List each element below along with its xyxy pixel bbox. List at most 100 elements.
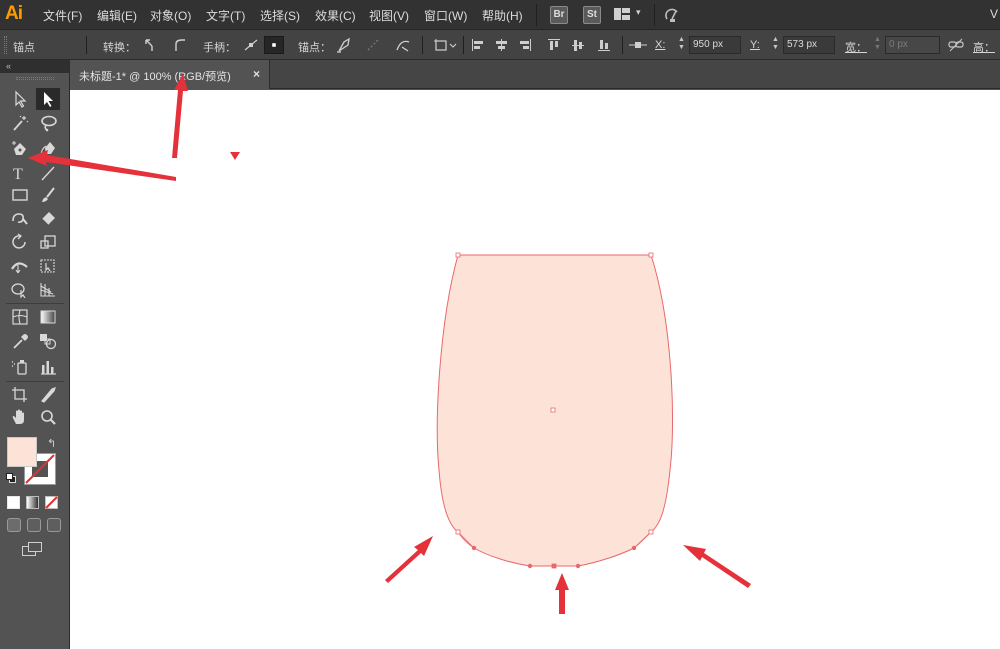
arrange-documents-icon[interactable] [614, 8, 630, 20]
perspective-grid-tool[interactable] [36, 278, 60, 300]
rectangle-tool[interactable] [8, 184, 32, 206]
paintbrush-tool[interactable] [36, 184, 60, 206]
menu-window[interactable]: 窗口(W) [424, 7, 467, 24]
menu-edit[interactable]: 编辑(E) [97, 7, 137, 24]
magic-wand-tool[interactable] [8, 112, 32, 134]
panel-grip[interactable] [16, 77, 54, 80]
y-label: Y: [750, 39, 760, 51]
screen-mode-icon[interactable] [22, 542, 44, 556]
align-left-icon[interactable] [472, 39, 484, 51]
anchor-point[interactable] [455, 529, 461, 535]
scale-tool[interactable] [36, 231, 60, 253]
slice-tool[interactable] [36, 383, 60, 405]
bezier-handle[interactable] [631, 545, 637, 551]
stock-icon[interactable]: St [583, 6, 601, 24]
free-transform-tool[interactable] [36, 255, 60, 277]
color-mode-button[interactable] [7, 496, 20, 509]
gradient-tool[interactable] [36, 306, 60, 328]
document-tab[interactable]: 未标题-1* @ 100% (RGB/预览) × [70, 60, 270, 89]
collapse-panel-icon[interactable]: « [6, 60, 11, 72]
bezier-handle[interactable] [527, 563, 533, 569]
remove-anchor-icon[interactable] [334, 36, 354, 54]
x-stepper-icon[interactable]: ▲ ▼ [677, 36, 686, 54]
menu-type[interactable]: 文字(T) [206, 7, 245, 24]
align-bottom-icon[interactable] [598, 39, 610, 51]
menu-object[interactable]: 对象(O) [150, 7, 191, 24]
align-top-icon[interactable] [548, 39, 560, 51]
menu-bar: Ai 文件(F) 编辑(E) 对象(O) 文字(T) 选择(S) 效果(C) 视… [0, 0, 1000, 30]
rotate-tool[interactable] [8, 231, 32, 253]
show-handles-icon[interactable] [241, 36, 261, 54]
bezier-handle[interactable] [575, 563, 581, 569]
pen-tool[interactable] [8, 138, 32, 160]
constrain-proportions-icon[interactable] [946, 36, 966, 54]
convert-label: 转换： [103, 42, 136, 54]
artboard-canvas[interactable] [70, 90, 1000, 649]
shape-builder-tool[interactable] [8, 278, 32, 300]
chevron-down-icon[interactable]: ▾ [636, 7, 641, 18]
y-stepper-icon[interactable]: ▲ ▼ [771, 36, 780, 54]
anchor-point[interactable] [648, 252, 654, 258]
anchor-point[interactable] [455, 252, 461, 258]
draw-inside-icon[interactable] [47, 518, 61, 532]
handles-label: 手柄： [203, 42, 236, 54]
draw-behind-icon[interactable] [27, 518, 41, 532]
cut-path-icon[interactable] [393, 36, 413, 54]
menu-select[interactable]: 选择(S) [260, 7, 300, 24]
fill-color-swatch[interactable] [7, 437, 37, 467]
direct-selection-tool[interactable] [36, 88, 60, 110]
control-bar: 锚点 转换： 手柄： 锚点： X: ▲ ▼ 950 px Y: ▲ ▼ 573 px… [0, 30, 1000, 60]
x-label: X: [655, 39, 666, 51]
selected-anchor-point[interactable] [551, 563, 557, 569]
bridge-icon[interactable]: Br [550, 6, 568, 24]
control-divider [86, 36, 87, 54]
tools-panel: T ↰ [0, 73, 70, 649]
mesh-tool[interactable] [8, 306, 32, 328]
line-segment-tool[interactable] [36, 162, 60, 184]
isolate-mask-icon[interactable] [432, 36, 458, 54]
shaper-tool[interactable] [8, 207, 32, 229]
default-fill-stroke-icon[interactable] [6, 473, 16, 483]
selection-tool[interactable] [8, 88, 32, 110]
menu-view[interactable]: 视图(V) [369, 7, 409, 24]
eyedropper-tool[interactable] [8, 330, 32, 352]
anchor-point[interactable] [648, 529, 654, 535]
control-bar-grip[interactable] [4, 36, 7, 54]
align-horizontal-center-icon[interactable] [495, 39, 507, 51]
eraser-tool[interactable] [36, 207, 60, 229]
align-vertical-center-icon[interactable] [572, 39, 584, 51]
gpu-performance-icon[interactable] [664, 7, 680, 23]
blend-tool[interactable] [36, 330, 60, 352]
hand-tool[interactable] [8, 406, 32, 428]
menu-file[interactable]: 文件(F) [43, 7, 82, 24]
curvature-tool[interactable] [36, 138, 60, 160]
bezier-handle[interactable] [471, 545, 477, 551]
column-graph-tool[interactable] [36, 356, 60, 378]
convert-to-smooth-icon[interactable] [170, 36, 190, 54]
control-divider [422, 36, 423, 54]
svg-text:T: T [13, 166, 23, 182]
draw-normal-icon[interactable] [7, 518, 21, 532]
width-input: 0 px [885, 36, 940, 54]
width-tool[interactable] [8, 255, 32, 277]
zoom-tool[interactable] [36, 406, 60, 428]
artboard-tool[interactable] [8, 383, 32, 405]
swap-fill-stroke-icon[interactable]: ↰ [47, 437, 56, 450]
type-tool[interactable]: T [8, 162, 32, 184]
lasso-tool[interactable] [36, 112, 60, 134]
hide-handles-icon[interactable] [264, 36, 284, 54]
convert-to-corner-icon[interactable] [141, 36, 161, 54]
tools-panel-header: « [0, 60, 70, 73]
symbol-sprayer-tool[interactable] [8, 356, 32, 378]
menu-help[interactable]: 帮助(H) [482, 7, 523, 24]
none-mode-button[interactable] [45, 496, 58, 509]
gradient-mode-button[interactable] [26, 496, 39, 509]
close-tab-icon[interactable]: × [253, 67, 260, 81]
artwork [436, 252, 674, 569]
reference-point-icon[interactable] [627, 36, 649, 54]
align-right-icon[interactable] [519, 39, 531, 51]
height-label: 高： [973, 42, 995, 54]
menu-effect[interactable]: 效果(C) [315, 7, 356, 24]
y-input[interactable]: 573 px [783, 36, 835, 54]
x-input[interactable]: 950 px [689, 36, 741, 54]
